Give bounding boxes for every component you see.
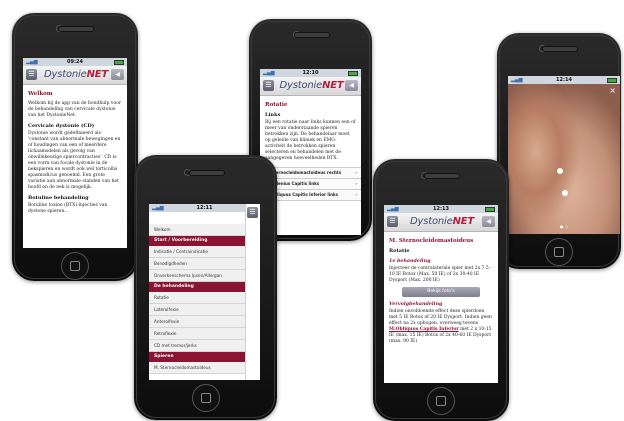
home-button[interactable] [191, 384, 220, 412]
menu-item[interactable]: Indicatie / Contraindicatie [149, 246, 246, 258]
app-logo: DystonieNET [279, 80, 344, 91]
back-button[interactable]: ◀ [111, 69, 124, 80]
page-content: Welkom Welkom bij de app van de bondhulp… [23, 85, 127, 222]
dosage-text: Indien onvoldoende effect deze spierdoen… [389, 309, 492, 344]
dosage-text: Injecteer de contralaterale spier met 2x… [389, 266, 492, 283]
home-button[interactable] [545, 238, 573, 266]
status-time: 12:11 [196, 205, 213, 211]
menu-button[interactable]: ☰ [263, 80, 274, 91]
battery-icon [114, 60, 124, 65]
earpiece [58, 26, 94, 32]
content-edge: ☰ [245, 204, 260, 380]
menu-item[interactable]: Onverkenschema Ipsen/Allergan [149, 270, 246, 282]
status-bar: ▂▄▆ 12:11 [149, 204, 260, 212]
chevron-right-icon: › [355, 181, 357, 186]
screen: ▂▄▆ 12:11 ☰ Welkom Start / Voorbereiding I… [149, 204, 260, 380]
subsection-title: 1e behandeling [389, 258, 431, 264]
app-logo: DystonieNET [410, 216, 474, 227]
menu-button[interactable]: ☰ [26, 69, 37, 80]
back-icon: ◀ [349, 82, 354, 89]
page-content: M. Sternocleidomastoideus Rotatie 1e beh… [384, 232, 498, 352]
menu-icon: ☰ [265, 81, 272, 89]
page-title: Welkom [28, 91, 53, 97]
menu-item[interactable]: M. Sternocleidomastoideus [149, 362, 246, 374]
menu-icon: ☰ [389, 217, 396, 225]
back-button[interactable]: ◀ [345, 80, 358, 91]
section-text: Bij een rotatie naar links kunnen een of… [265, 120, 356, 161]
battery-icon [348, 71, 358, 76]
menu-item[interactable]: Benodigdheden [149, 258, 246, 270]
side-menu: Welkom Start / Voorbereiding Indicatie / C… [149, 224, 246, 374]
menu-item[interactable]: CD met tremor/jerks [149, 340, 246, 352]
earpiece [188, 170, 225, 176]
back-button[interactable]: ◀ [482, 216, 495, 227]
status-time: 09:24 [67, 59, 83, 65]
battery-icon [607, 78, 617, 83]
menu-section-header: Start / Voorbereiding [149, 236, 246, 246]
muscle-link[interactable]: M.Obliquus Capitis Inferior [389, 327, 459, 332]
menu-section-header: Spieren [149, 352, 246, 362]
menu-icon: ☰ [249, 208, 256, 216]
phone-menu: ▂▄▆ 12:11 ☰ Welkom Start / Voorbereiding I… [134, 155, 277, 420]
screen: ▂▄▆ 09:24 ☰ DystonieNET ◀ Welkom Welkom … [23, 58, 127, 248]
section-title: Cervicale dystonie (CD) [28, 123, 95, 129]
battery-icon [485, 207, 495, 212]
earpiece [424, 173, 460, 179]
phone-photo: ▂▄▆ 12:14 × ● ○ [497, 33, 621, 269]
photo-pager[interactable]: ● ○ [508, 224, 620, 229]
page-content: Rotatie Links Bij een rotatie naar links… [260, 96, 361, 167]
chevron-right-icon: › [355, 192, 357, 197]
app-header: ☰ DystonieNET ◀ [260, 77, 361, 96]
phone-detail: ▂▄▆ 12:13 ☰ DystonieNET ◀ M. Sternocleid… [373, 159, 509, 421]
view-photos-button[interactable]: Bekijk foto's [402, 287, 480, 297]
section-title: Botuline behandeling [28, 195, 89, 201]
menu-item[interactable]: Rotatie [149, 292, 246, 304]
earpiece [542, 46, 578, 52]
status-time: 12:13 [433, 206, 449, 212]
chevron-right-icon: › [355, 170, 357, 175]
section-text: Dystonie wordt gedefinieerd als 'constan… [28, 131, 121, 190]
back-icon: ◀ [115, 71, 120, 78]
injection-site-photo: × ● ○ [508, 84, 620, 234]
status-bar: ▂▄▆ 12:10 [260, 69, 361, 77]
status-bar: ▂▄▆ 09:24 [23, 58, 127, 66]
menu-icon: ☰ [28, 70, 35, 78]
menu-item[interactable]: Anterolfexie [149, 316, 246, 328]
earpiece [293, 32, 330, 38]
section-title: Rotatie [389, 248, 410, 254]
menu-item[interactable]: Retroflexie [149, 328, 246, 340]
close-icon[interactable]: × [609, 86, 616, 95]
section-text: Botuline toxine (BTX)-injecties van dyst… [28, 203, 108, 214]
menu-section-header: De behandeling [149, 282, 246, 292]
menu-button[interactable]: ☰ [247, 207, 258, 218]
section-title: Links [265, 112, 281, 118]
menu-button[interactable]: ☰ [387, 216, 398, 227]
injection-point-marker [557, 168, 563, 174]
injection-point-marker [562, 190, 568, 196]
app-header: ☰ DystonieNET ◀ [384, 213, 498, 232]
status-bar: ▂▄▆ 12:13 [384, 205, 498, 213]
subsection-title: Vervolgbehandeling [389, 301, 443, 307]
menu-item[interactable]: Welkom [149, 224, 246, 236]
home-button[interactable] [427, 387, 455, 415]
status-time: 12:10 [302, 70, 319, 76]
screen: ▂▄▆ 12:14 × ● ○ [508, 76, 620, 234]
page-title: M. Sternocleidomastoideus [389, 238, 474, 244]
intro-text: Welkom bij de app van de bondhulp voor d… [28, 101, 122, 118]
status-time: 12:14 [556, 77, 572, 83]
app-header: ☰ DystonieNET ◀ [23, 66, 127, 85]
page-title: Rotatie [265, 102, 288, 108]
phone-welkom: ▂▄▆ 09:24 ☰ DystonieNET ◀ Welkom Welkom … [12, 13, 138, 281]
screen: ▂▄▆ 12:13 ☰ DystonieNET ◀ M. Sternocleid… [384, 205, 498, 383]
status-bar: ▂▄▆ 12:14 [508, 76, 620, 84]
app-logo: DystonieNET [44, 69, 108, 80]
home-button[interactable] [61, 252, 89, 280]
menu-item[interactable]: Laterolfexie [149, 304, 246, 316]
back-icon: ◀ [486, 218, 491, 225]
